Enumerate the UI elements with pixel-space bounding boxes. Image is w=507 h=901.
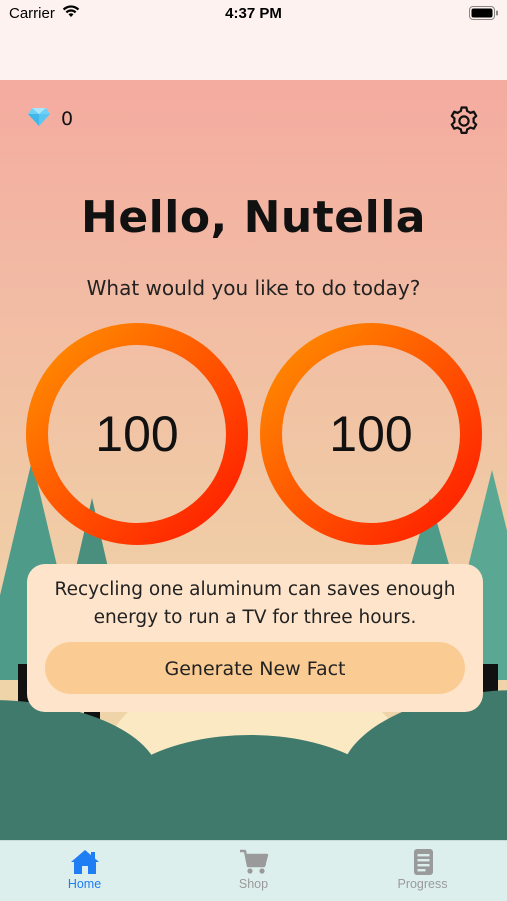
fact-card: Recycling one aluminum can saves enough …	[27, 564, 483, 712]
document-icon	[413, 849, 433, 875]
home-icon	[70, 850, 99, 874]
tab-label: Progress	[397, 877, 448, 891]
clock: 4:37 PM	[225, 5, 282, 22]
progress-ring-2[interactable]: 100	[259, 322, 483, 546]
cart-icon	[239, 849, 268, 874]
gem-counter: 0	[27, 107, 73, 131]
gear-icon	[450, 106, 478, 134]
tab-shop[interactable]: Shop	[169, 849, 338, 891]
tab-home[interactable]: Home	[0, 849, 169, 891]
tab-label: Home	[67, 877, 102, 891]
tab-progress[interactable]: Progress	[338, 849, 507, 891]
gem-icon	[27, 107, 51, 131]
gem-count: 0	[61, 108, 74, 130]
generate-fact-button[interactable]: Generate New Fact	[45, 642, 465, 694]
fact-text: Recycling one aluminum can saves enough …	[54, 579, 456, 628]
settings-button[interactable]	[448, 105, 480, 137]
greeting-subtitle: What would you like to do today?	[86, 276, 421, 300]
battery-icon	[469, 6, 499, 24]
status-bar: Carrier 4:37 PM	[0, 0, 507, 28]
greeting-title: Hello, Nutella	[81, 192, 426, 243]
progress-ring-1[interactable]: 100	[25, 322, 249, 546]
ring-value: 100	[95, 406, 179, 462]
navigation-bar	[0, 28, 507, 81]
ring-value: 100	[329, 406, 413, 462]
tab-label: Shop	[238, 877, 269, 891]
tab-bar: Home Shop Progress	[0, 840, 507, 901]
home-scene: 0 Hello, Nutella What would you like to …	[0, 80, 507, 840]
